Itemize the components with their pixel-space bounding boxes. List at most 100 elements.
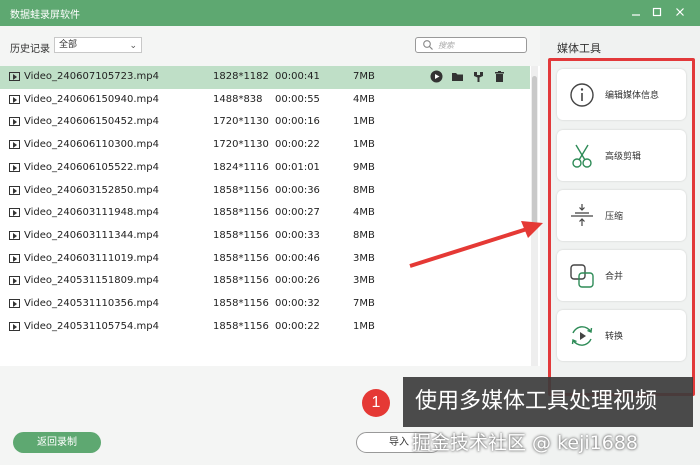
video-file-icon [9,72,20,81]
window-title: 数据蛙录屏软件 [10,10,80,21]
file-name: Video_240606110300.mp4 [24,139,159,151]
file-name: Video_240531151809.mp4 [24,275,159,287]
file-resolution: 1858*1156 [213,298,269,309]
info-icon [570,83,594,107]
file-size: 1MB [353,116,375,128]
minimize-button[interactable] [626,3,646,23]
tool-compress[interactable]: 压缩 [557,190,686,241]
file-size: 4MB [353,207,375,219]
compress-icon [571,204,593,226]
file-duration: 00:00:26 [275,275,320,287]
minimize-icon [632,14,640,16]
history-filter-select[interactable]: 全部 ⌄ [54,37,142,53]
back-to-record-button[interactable]: 返回录制 [13,432,101,453]
file-resolution: 1858*1156 [213,229,269,241]
file-duration: 00:00:55 [275,93,320,105]
video-file-icon [9,230,20,240]
file-size: 4MB [353,93,375,105]
tool-label: 转换 [605,332,624,342]
scissors-icon [572,144,592,168]
annotation-callout: 使用多媒体工具处理视频 [403,377,693,427]
file-name: Video_240531105754.mp4 [24,320,159,332]
maximize-icon [652,7,662,17]
video-file-icon [9,162,20,172]
tool-edit-media-info[interactable]: 编辑媒体信息 [557,69,686,120]
row-actions [430,70,510,84]
file-duration: 00:00:41 [275,71,320,82]
file-duration: 00:00:36 [275,184,320,196]
file-name: Video_240606150940.mp4 [24,93,159,105]
search-icon [423,40,433,50]
file-name: Video_240531110356.mp4 [24,298,159,309]
table-row[interactable]: Video_240531110356.mp4 1858*1156 00:00:32 7… [0,293,530,316]
edit-tool-icon[interactable] [472,70,485,83]
table-row[interactable]: Video_240606110300.mp4 1720*1130 00:00:22 1… [0,134,530,157]
close-button[interactable] [670,3,690,23]
table-row[interactable]: Video_240607105723.mp4 1828*1182 00:00:41 7… [0,66,530,89]
table-row[interactable]: Video_240606105522.mp4 1824*1116 00:01:01 9… [0,157,530,180]
tool-convert[interactable]: 转换 [557,310,686,361]
file-duration: 00:00:27 [275,207,320,219]
play-icon[interactable] [430,70,443,83]
table-row[interactable]: Video_240531151809.mp4 1858*1156 00:00:26 3… [0,270,530,293]
video-file-icon [9,117,20,127]
file-resolution: 1858*1156 [213,252,269,264]
file-duration: 00:00:32 [275,298,320,309]
scrollbar-thumb[interactable] [532,76,537,226]
file-resolution: 1858*1156 [213,184,269,196]
file-duration: 00:00:16 [275,116,320,128]
video-file-icon [9,140,20,150]
tool-merge[interactable]: 合并 [557,250,686,301]
file-list-scrollbar[interactable] [531,66,538,366]
video-file-icon [9,321,20,331]
table-row[interactable]: Video_240606150940.mp4 1488*838 00:00:55 4M… [0,89,530,112]
file-name: Video_240607105723.mp4 [24,71,159,82]
table-row[interactable]: Video_240603152850.mp4 1858*1156 00:00:36 8… [0,180,530,203]
table-row[interactable]: Video_240606150452.mp4 1720*1130 00:00:16 1… [0,111,530,134]
annotation-step-badge: 1 [362,389,390,417]
video-file-icon [9,94,20,104]
table-row[interactable]: Video_240603111019.mp4 1858*1156 00:00:46 3… [0,248,530,271]
file-duration: 00:01:01 [275,161,320,173]
title-bar: 数据蛙录屏软件 [0,0,700,26]
tool-label: 压缩 [605,212,624,222]
file-resolution: 1720*1130 [213,116,269,128]
file-size: 8MB [353,184,375,196]
file-list: Video_240607105723.mp4 1828*1182 00:00:41 7… [0,66,540,366]
file-duration: 00:00:22 [275,139,320,151]
file-duration: 00:00:33 [275,229,320,241]
trash-icon[interactable] [493,70,506,83]
tool-label: 编辑媒体信息 [605,91,660,101]
folder-icon[interactable] [451,70,464,83]
file-name: Video_240603111344.mp4 [24,229,159,241]
file-resolution: 1488*838 [213,93,263,105]
tool-advanced-cut[interactable]: 高级剪辑 [557,130,686,181]
file-size: 1MB [353,320,375,332]
file-name: Video_240603152850.mp4 [24,184,159,196]
video-file-icon [9,276,20,286]
file-size: 8MB [353,229,375,241]
file-resolution: 1824*1116 [213,161,269,173]
file-name: Video_240603111019.mp4 [24,252,159,264]
video-file-icon [9,253,20,263]
merge-icon [570,264,594,288]
file-resolution: 1720*1130 [213,139,269,151]
file-name: Video_240606105522.mp4 [24,161,159,173]
history-filter-value: 全部 [59,40,78,50]
close-icon [676,8,684,16]
video-file-icon [9,185,20,195]
file-resolution: 1858*1156 [213,275,269,287]
file-resolution: 1858*1156 [213,320,269,332]
maximize-button[interactable] [647,3,667,23]
file-resolution: 1858*1156 [213,207,269,219]
table-row[interactable]: Video_240603111948.mp4 1858*1156 00:00:27 4… [0,202,530,225]
table-row[interactable]: Video_240531105754.mp4 1858*1156 00:00:22 1… [0,316,530,339]
history-filter-label: 历史记录 [10,44,50,55]
file-size: 9MB [353,161,375,173]
watermark: 掘金技术社区 @ keji1688 [412,432,639,454]
search-input[interactable]: 搜索 [415,37,527,53]
chevron-down-icon: ⌄ [129,41,137,51]
file-duration: 00:00:46 [275,252,320,264]
file-resolution: 1828*1182 [213,71,269,82]
table-row[interactable]: Video_240603111344.mp4 1858*1156 00:00:33 8… [0,225,530,248]
